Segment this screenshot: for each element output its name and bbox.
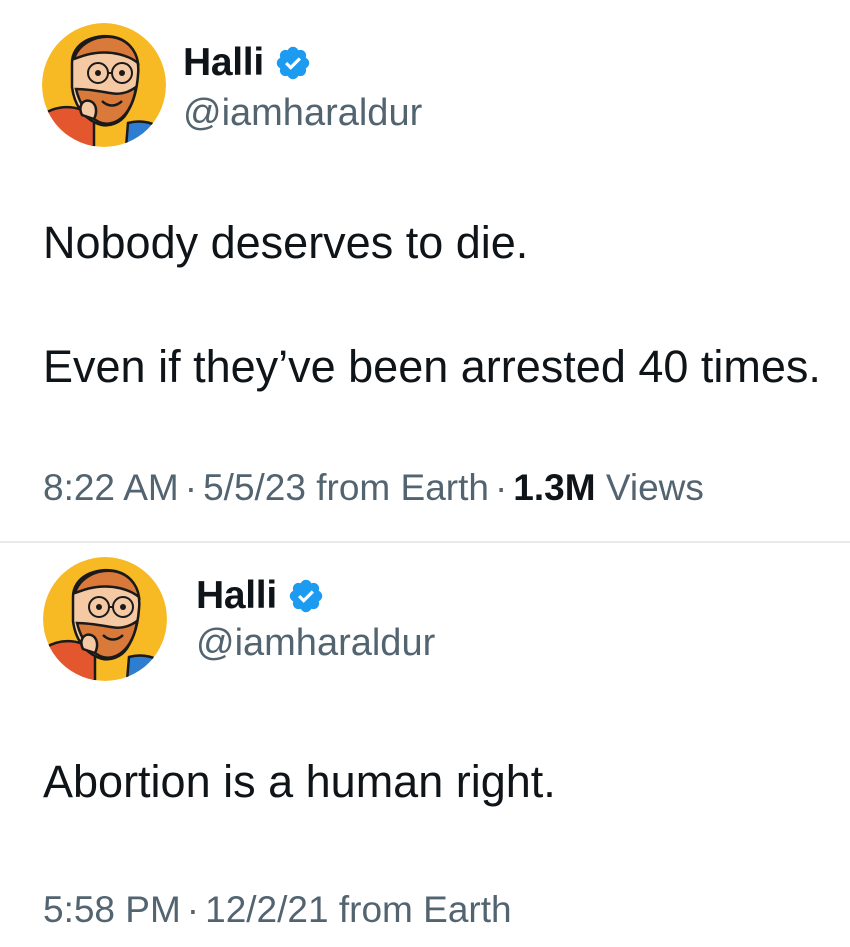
separator: · <box>186 889 200 930</box>
avatar-illustration <box>42 23 166 147</box>
tweet-source: from Earth <box>316 467 489 508</box>
tweet-time[interactable]: 8:22 AM <box>43 467 179 508</box>
tweet-text-line: Nobody deserves to die. <box>43 217 529 268</box>
tweet-text-line: Abortion is a human right. <box>43 756 556 807</box>
author-row: Halli <box>183 40 312 86</box>
views-count[interactable]: 1.3M <box>513 467 595 508</box>
verified-badge-icon <box>276 46 310 80</box>
verified-badge-icon <box>289 579 323 613</box>
tweet: Halli @iamharaldur Nobody deserves to di… <box>0 0 850 542</box>
tweet-date[interactable]: 5/5/23 <box>203 467 306 508</box>
tweet-text-line: Even if they’ve been arrested 40 times. <box>43 341 821 392</box>
handle[interactable]: @iamharaldur <box>196 621 435 665</box>
separator: · <box>494 467 508 508</box>
display-name[interactable]: Halli <box>196 573 277 619</box>
tweet: Halli @iamharaldur Abortion is a human r… <box>0 543 850 947</box>
tweet-source: from Earth <box>338 889 512 930</box>
tweet-metadata: 8:22 AM · 5/5/23 from Earth · 1.3M Views <box>43 466 704 510</box>
display-name[interactable]: Halli <box>183 40 264 86</box>
author-row: Halli <box>196 573 325 619</box>
tweet-metadata: 5:58 PM · 12/2/21 from Earth <box>43 888 512 932</box>
avatar[interactable] <box>43 557 167 681</box>
avatar-illustration <box>43 557 167 681</box>
tweet-date[interactable]: 12/2/21 <box>205 889 328 930</box>
handle[interactable]: @iamharaldur <box>183 91 422 135</box>
avatar[interactable] <box>42 23 166 147</box>
tweet-time[interactable]: 5:58 PM <box>43 889 181 930</box>
views-label: Views <box>605 467 704 508</box>
separator: · <box>184 467 198 508</box>
